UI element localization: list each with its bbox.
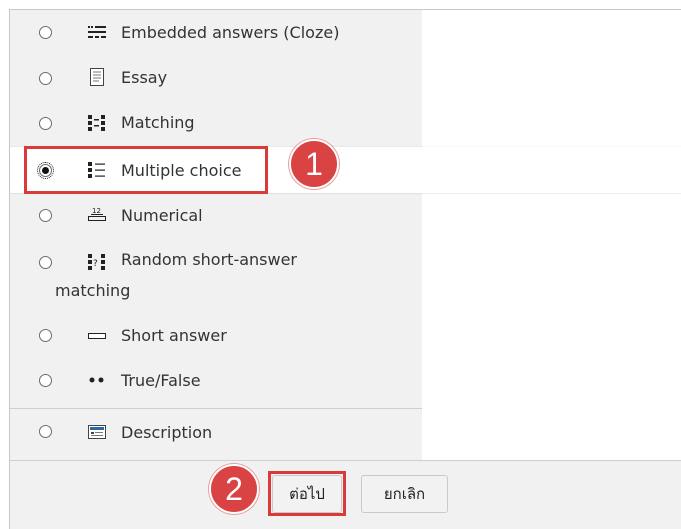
option-label: Short answer: [121, 326, 227, 345]
option-random-short-answer-matching[interactable]: ? Random short-answer matching: [10, 238, 422, 310]
multichoice-icon: [88, 161, 106, 179]
step-marker-1: 1: [289, 139, 339, 189]
option-cloze[interactable]: Embedded answers (Cloze): [10, 10, 422, 55]
radio-matching[interactable]: [39, 117, 52, 130]
radio-random-short-answer-matching[interactable]: [39, 256, 52, 269]
essay-icon: [88, 68, 106, 86]
option-multiple-choice[interactable]: Multiple choice: [10, 147, 681, 193]
short-answer-icon: [88, 327, 106, 345]
option-essay[interactable]: Essay: [10, 55, 422, 100]
radio-description[interactable]: [39, 425, 52, 438]
option-label: Multiple choice: [121, 160, 242, 180]
option-matching[interactable]: Matching: [10, 100, 422, 145]
option-label: True/False: [121, 371, 201, 390]
option-label-line1: Random short-answer: [121, 250, 298, 269]
option-true-false[interactable]: True/False: [10, 358, 422, 403]
option-label: Matching: [121, 113, 195, 132]
option-label: Essay: [121, 68, 168, 87]
radio-numerical[interactable]: [39, 209, 52, 222]
radio-multiple-choice[interactable]: [37, 162, 54, 179]
option-description[interactable]: Description: [10, 410, 422, 455]
matching-icon: [88, 114, 106, 132]
option-short-answer[interactable]: Short answer: [10, 313, 422, 358]
radio-short-answer[interactable]: [39, 329, 52, 342]
dialog-footer: [10, 460, 681, 529]
truefalse-icon: [88, 371, 106, 389]
cancel-button[interactable]: ยกเลิก: [361, 475, 448, 513]
section-divider: [10, 408, 422, 409]
option-label: Numerical: [121, 206, 203, 225]
numerical-icon: 12: [88, 205, 106, 223]
step-marker-2: 2: [209, 464, 259, 514]
radio-cloze[interactable]: [39, 26, 52, 39]
option-numerical[interactable]: 12 Numerical: [10, 193, 422, 238]
cloze-icon: [88, 23, 106, 41]
description-icon: [88, 423, 106, 441]
radio-true-false[interactable]: [39, 374, 52, 387]
svg-text:12: 12: [92, 207, 101, 215]
option-label: Embedded answers (Cloze): [121, 23, 340, 42]
option-label-two-line: Random short-answer matching: [55, 244, 355, 306]
option-label: Description: [121, 423, 213, 442]
option-label-line2: matching: [55, 281, 131, 300]
next-button[interactable]: ต่อไป: [272, 475, 342, 513]
radio-essay[interactable]: [39, 72, 52, 85]
